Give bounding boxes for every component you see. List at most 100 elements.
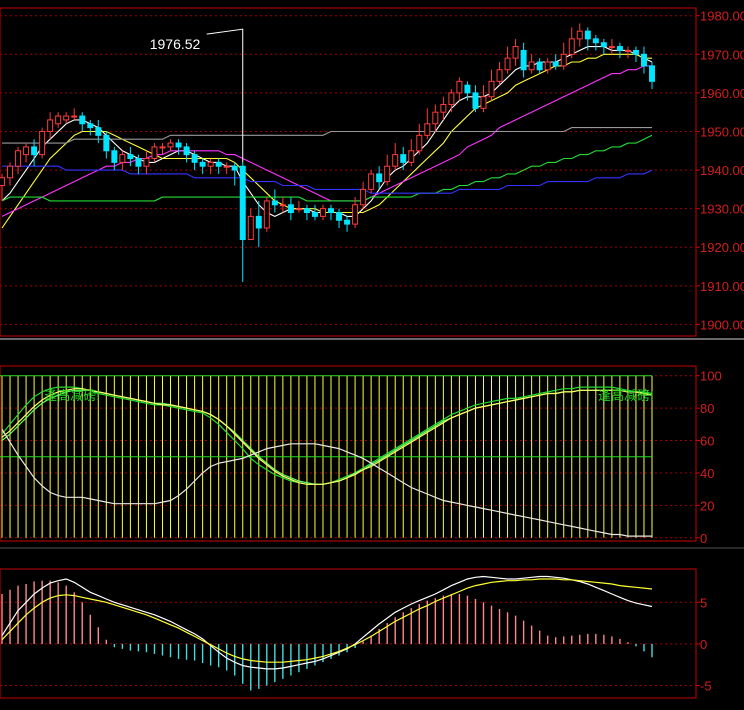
candle-body <box>135 157 142 167</box>
candle-body <box>287 204 294 214</box>
candle-body <box>87 123 94 129</box>
y-tick-label: -5 <box>700 679 712 694</box>
candle-body <box>263 200 270 229</box>
candle-body <box>271 200 278 206</box>
candle-body <box>440 103 447 113</box>
candle-body <box>247 215 254 241</box>
candle-body <box>384 165 391 183</box>
candle-body <box>592 38 599 44</box>
candle-body <box>159 146 166 149</box>
candle-body <box>119 154 126 163</box>
candle-body <box>504 57 511 71</box>
y-tick-label: 1980.00 <box>700 9 744 24</box>
candle-body <box>127 154 134 159</box>
candle-body <box>424 123 431 136</box>
candle-body <box>600 42 607 48</box>
y-tick-label: 1970.00 <box>700 47 744 62</box>
candle-body <box>448 92 455 105</box>
candle-body <box>464 84 471 94</box>
candle-body <box>528 61 535 71</box>
candle-body <box>432 111 439 125</box>
stock-chart: 1980.00 1970.00 1960.00 1950.00 1940.00 1930.… <box>0 0 744 710</box>
candle-body <box>360 188 367 206</box>
candle-body <box>456 80 463 94</box>
candle-body <box>167 142 174 148</box>
candle-body <box>55 115 62 125</box>
y-tick-label: 1940.00 <box>700 163 744 178</box>
candle-body <box>536 61 543 71</box>
candle-body <box>303 208 310 214</box>
candle-body <box>39 130 46 156</box>
candle-body <box>480 96 487 109</box>
candle-body <box>311 212 318 217</box>
y-tick-label: 1910.00 <box>700 279 744 294</box>
candle-body <box>584 30 591 40</box>
candle-body <box>544 61 551 71</box>
candle-body <box>151 146 158 159</box>
oscillator-annotation: 逢高减磅! <box>598 388 654 403</box>
candle-body <box>63 115 70 121</box>
y-tick-label: 1900.00 <box>700 317 744 332</box>
candle-body <box>31 146 38 156</box>
candle-body <box>624 49 631 52</box>
candle-body <box>199 161 206 167</box>
candle-body <box>95 127 102 136</box>
candle-body <box>103 134 110 152</box>
candle-body <box>215 161 222 167</box>
candle-body <box>392 154 399 167</box>
candle-body <box>472 92 479 109</box>
candle-body <box>616 46 623 51</box>
candle-body <box>71 115 78 118</box>
candle-body <box>79 115 86 125</box>
y-tick-label: 60 <box>700 434 714 449</box>
candle-body <box>15 150 22 167</box>
y-tick-label: 20 <box>700 498 714 513</box>
y-tick-label: 1960.00 <box>700 86 744 101</box>
y-tick-label: 80 <box>700 401 714 416</box>
candle-body <box>568 38 575 55</box>
candle-body <box>328 208 334 214</box>
candle-body <box>223 165 230 168</box>
candle-body <box>520 49 527 71</box>
candle-body <box>231 165 238 171</box>
y-tick-label: 40 <box>700 466 714 481</box>
y-tick-label: 1930.00 <box>700 202 744 217</box>
y-tick-label: 100 <box>700 369 722 384</box>
candle-body <box>496 69 503 82</box>
candle-body <box>416 134 423 152</box>
annotation-label: 1976.52 <box>150 36 201 52</box>
candle-body <box>344 219 351 225</box>
candle-body <box>488 80 495 98</box>
y-tick-label: 5 <box>700 595 707 610</box>
candle-body <box>239 165 246 241</box>
candle-body <box>0 177 5 187</box>
candle-body <box>552 61 559 67</box>
y-tick-label: 1950.00 <box>700 124 744 139</box>
candle-body <box>23 146 30 156</box>
candle-body <box>175 142 182 148</box>
candle-body <box>183 146 190 156</box>
y-tick-label: 1920.00 <box>700 240 744 255</box>
candle-body <box>632 49 639 55</box>
candle-body <box>640 53 647 67</box>
candle-body <box>255 215 262 229</box>
candle-body <box>376 173 383 183</box>
candle-body <box>576 30 583 40</box>
candle-body <box>191 154 198 163</box>
candle-body <box>408 150 415 163</box>
candle-body <box>295 208 302 211</box>
y-tick-label: 0 <box>700 637 707 652</box>
candle-body <box>7 165 14 179</box>
candle-body <box>560 53 567 67</box>
candle-body <box>352 204 359 225</box>
candle-body <box>47 119 54 132</box>
candle-body <box>400 154 407 163</box>
oscillator-annotation: 逢高减磅! <box>44 388 100 403</box>
candle-body <box>368 173 375 190</box>
candle-body <box>336 212 343 221</box>
candle-body <box>649 65 655 82</box>
candle-body <box>143 157 150 167</box>
candle-body <box>320 208 326 217</box>
candle-body <box>279 204 286 207</box>
candle-body <box>111 150 118 163</box>
